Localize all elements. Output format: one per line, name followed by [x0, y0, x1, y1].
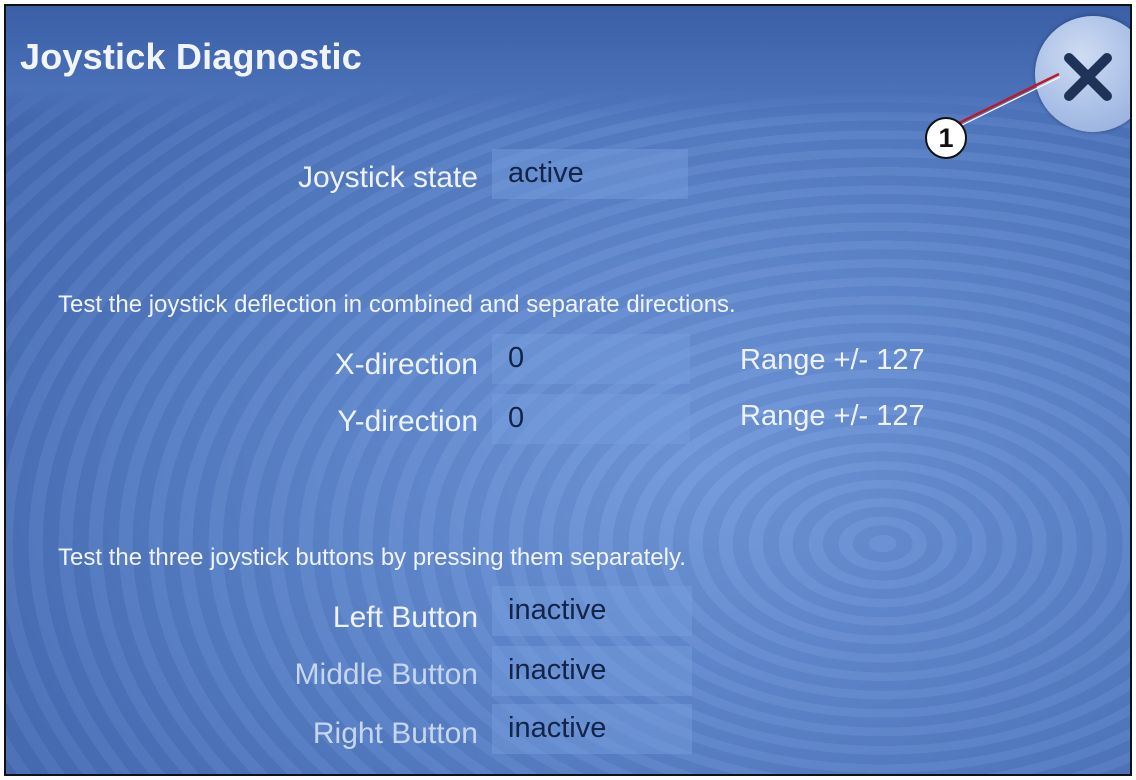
x-direction-label: X-direction — [334, 348, 478, 381]
buttons-instructions: Test the three joystick buttons by press… — [58, 544, 686, 571]
y-direction-label: Y-direction — [337, 405, 478, 438]
diagnostic-screen: Joystick Diagnostic Joystick state activ… — [4, 4, 1132, 776]
y-direction-value: 0 — [492, 394, 690, 444]
page-title: Joystick Diagnostic — [20, 36, 362, 77]
left-button-value: inactive — [492, 586, 692, 636]
callout-badge: 1 — [925, 117, 967, 159]
deflection-instructions: Test the joystick deflection in combined… — [58, 291, 736, 318]
middle-button-value: inactive — [492, 646, 692, 696]
right-button-value: inactive — [492, 704, 692, 754]
x-direction-range: Range +/- 127 — [740, 344, 925, 376]
right-button-label: Right Button — [312, 717, 478, 750]
x-direction-value: 0 — [492, 334, 690, 384]
left-button-label: Left Button — [332, 601, 478, 634]
joystick-state-value: active — [492, 149, 688, 199]
middle-button-label: Middle Button — [294, 658, 478, 691]
joystick-state-label: Joystick state — [297, 161, 478, 194]
y-direction-range: Range +/- 127 — [740, 400, 925, 432]
close-icon — [1064, 53, 1112, 101]
